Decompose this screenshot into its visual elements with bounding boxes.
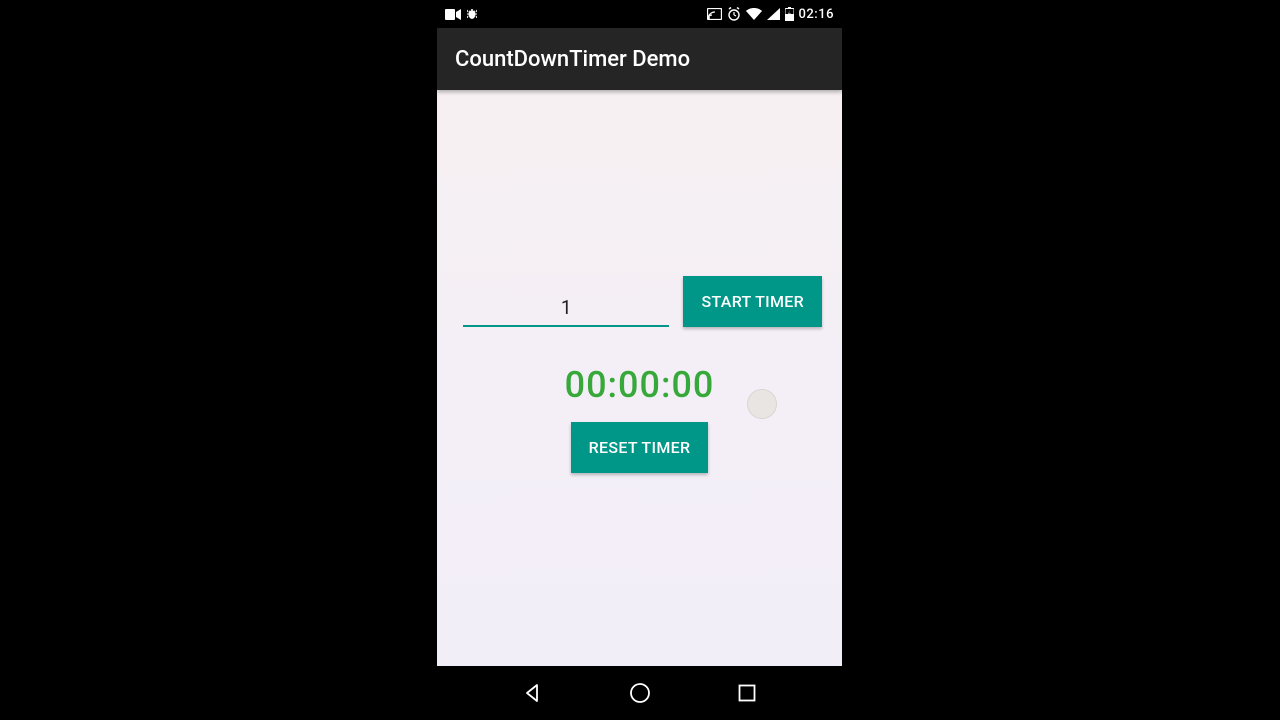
phone-frame: 02:16 CountDownTimer Demo START TIMER 00…: [437, 0, 842, 720]
minutes-input[interactable]: [463, 290, 669, 327]
nav-recents-button[interactable]: [733, 679, 761, 707]
input-underline: [463, 325, 669, 327]
status-bar-left: [445, 7, 477, 21]
minutes-input-wrap: [463, 290, 669, 327]
navigation-bar: [437, 666, 842, 720]
status-bar: 02:16: [437, 0, 842, 28]
android-debug-icon: [467, 7, 477, 21]
back-icon: [523, 683, 543, 703]
timer-display: 00:00:00: [437, 364, 842, 406]
alarm-icon: [727, 7, 741, 21]
start-timer-button[interactable]: START TIMER: [683, 276, 822, 327]
input-row: START TIMER: [463, 276, 822, 327]
app-title: CountDownTimer Demo: [455, 47, 690, 72]
reset-row: RESET TIMER: [437, 422, 842, 473]
recents-icon: [738, 684, 756, 702]
videocam-icon: [445, 9, 461, 20]
app-content: START TIMER 00:00:00 RESET TIMER: [437, 90, 842, 666]
wifi-icon: [746, 8, 762, 20]
home-icon: [629, 682, 651, 704]
battery-charging-icon: [785, 7, 794, 21]
touch-ripple-indicator: [747, 389, 777, 419]
reset-timer-button[interactable]: RESET TIMER: [571, 422, 709, 473]
nav-home-button[interactable]: [626, 679, 654, 707]
nav-back-button[interactable]: [519, 679, 547, 707]
status-bar-right: 02:16: [707, 7, 834, 22]
cell-signal-icon: [767, 8, 780, 20]
cast-icon: [707, 8, 722, 20]
status-time: 02:16: [799, 7, 834, 22]
app-bar: CountDownTimer Demo: [437, 28, 842, 90]
